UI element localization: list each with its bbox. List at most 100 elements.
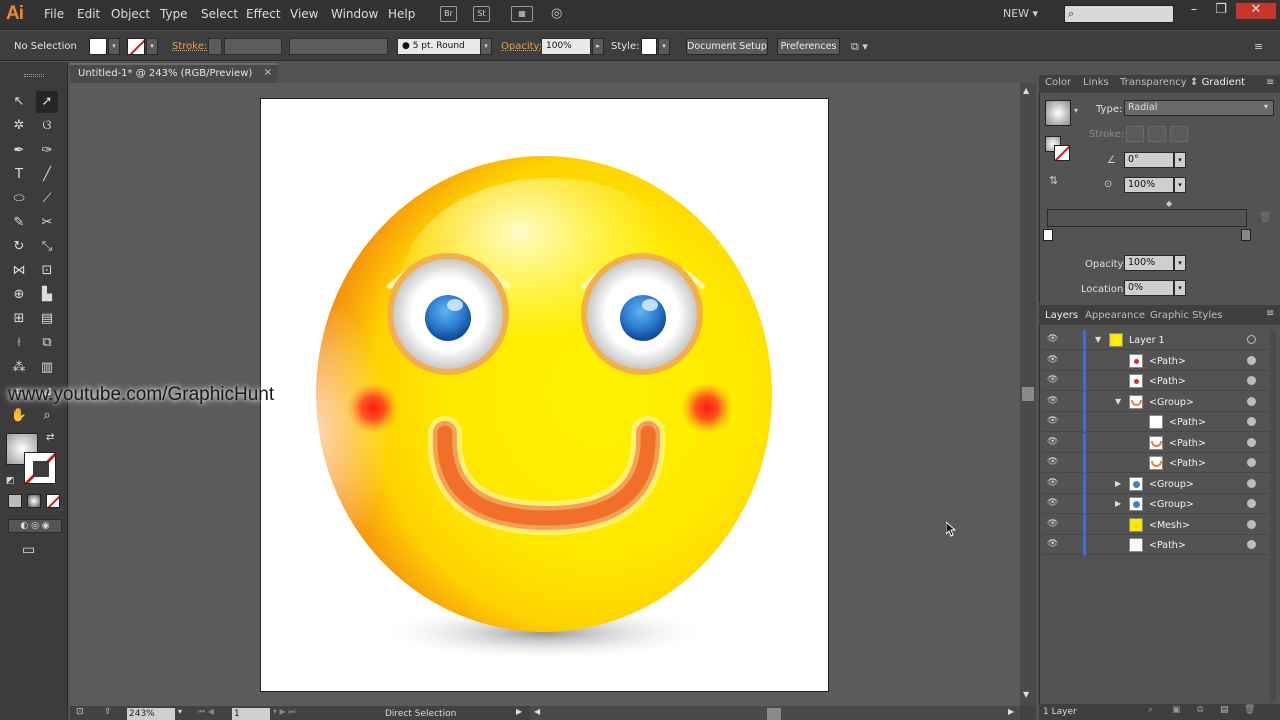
opacity-label[interactable]: Opacity: (501, 41, 542, 52)
sublayer-row[interactable]: 👁 ▼ <Group> (1041, 391, 1274, 412)
angle-dropdown[interactable]: ▾ (1174, 152, 1186, 168)
target-circle-icon[interactable] (1247, 376, 1256, 385)
menu-select[interactable]: Select (201, 7, 238, 21)
zoom-field[interactable]: 243% (127, 708, 175, 720)
layer-name[interactable]: <Group> (1149, 397, 1194, 408)
brush-dropdown[interactable]: ▾ (480, 38, 492, 55)
visibility-eye-icon[interactable]: 👁 (1047, 437, 1059, 447)
layer-name[interactable]: <Group> (1149, 499, 1194, 510)
default-colors-icon[interactable]: ◩ (6, 476, 15, 486)
target-circle-icon[interactable] (1247, 540, 1256, 549)
layer-name[interactable]: <Path> (1149, 376, 1186, 387)
stroke-swatch[interactable] (127, 38, 145, 55)
aspect-ratio-dropdown[interactable]: ▾ (1174, 177, 1186, 193)
midpoint-diamond-icon[interactable]: ◆ (1166, 199, 1172, 208)
status-menu-icon[interactable]: ▶ (516, 707, 522, 716)
gradient-tool-icon[interactable]: ▤ (36, 308, 58, 330)
reverse-gradient-icon[interactable]: ⇅ (1049, 174, 1058, 187)
lasso-tool-icon[interactable]: ଓ (36, 115, 58, 137)
menu-view[interactable]: View (290, 7, 318, 21)
angle-field[interactable]: 0° (1124, 152, 1174, 168)
swap-fill-stroke-icon[interactable]: ⇄ (46, 432, 54, 443)
graphic-style-swatch[interactable] (641, 38, 657, 55)
layer-name[interactable]: <Group> (1149, 479, 1194, 490)
layer-name[interactable]: <Mesh> (1149, 520, 1190, 531)
menu-help[interactable]: Help (388, 7, 415, 21)
canvas-h-scroll-thumb[interactable] (767, 708, 781, 720)
symbol-sprayer-tool-icon[interactable]: ⁂ (8, 357, 30, 379)
expand-arrow-icon[interactable]: ▶ (1115, 479, 1121, 488)
type-tool-icon[interactable]: T (8, 164, 30, 186)
hand-tool-icon[interactable]: ✋ (8, 405, 30, 427)
selection-tool-icon[interactable]: ↖ (8, 91, 30, 113)
target-circle-icon[interactable] (1247, 335, 1256, 344)
close-tab-icon[interactable]: × (264, 67, 272, 78)
zoom-dropdown-icon[interactable]: ▾ (178, 707, 182, 716)
locate-object-icon[interactable]: ⌕ (1148, 705, 1153, 715)
arrange-documents-icon[interactable]: ▦ (511, 6, 533, 22)
menu-edit[interactable]: Edit (77, 7, 100, 21)
target-circle-icon[interactable] (1247, 499, 1256, 508)
sublayer-row[interactable]: 👁 <Path> (1041, 412, 1274, 432)
sublayer-row[interactable]: 👁 ▶ <Group> (1041, 494, 1274, 514)
gradient-type-select[interactable]: Radial (1124, 100, 1274, 116)
stock-icon[interactable]: St (473, 6, 490, 22)
none-mode-icon[interactable] (46, 494, 60, 508)
scroll-right-icon[interactable]: ▶ (1008, 707, 1014, 716)
target-circle-icon[interactable] (1247, 355, 1256, 365)
canvas-scroll-thumb[interactable] (1022, 387, 1034, 401)
layer-name[interactable]: <Path> (1169, 417, 1206, 428)
target-circle-icon[interactable] (1247, 478, 1256, 488)
arrange-icon[interactable]: ⧉ ▾ (851, 40, 868, 54)
line-tool-icon[interactable]: ╱ (36, 164, 58, 186)
restore-button[interactable]: ❐ (1208, 3, 1234, 19)
visibility-eye-icon[interactable]: 👁 (1047, 334, 1059, 344)
right-pupil[interactable] (620, 295, 666, 341)
stroke-weight-stepper[interactable] (208, 38, 222, 55)
eyedropper-tool-icon[interactable]: ⟊ (8, 332, 30, 354)
pen-tool-icon[interactable]: ✒ (8, 140, 30, 162)
gradient-preset-dropdown-icon[interactable]: ▾ (1074, 106, 1078, 115)
visibility-eye-icon[interactable]: 👁 (1047, 416, 1059, 426)
variable-width-profile[interactable] (289, 38, 388, 55)
visibility-eye-icon[interactable]: 👁 (1047, 519, 1059, 529)
visibility-eye-icon[interactable]: 👁 (1047, 457, 1059, 467)
tab-appearance[interactable]: Appearance (1085, 310, 1145, 321)
gradient-type-dropdown-icon[interactable]: ▾ (1264, 102, 1268, 111)
gradient-stroke-icon[interactable] (1054, 145, 1070, 161)
magic-wand-tool-icon[interactable]: ✲ (8, 115, 30, 137)
visibility-eye-icon[interactable]: 👁 (1047, 498, 1059, 508)
scroll-left-icon[interactable]: ◀ (534, 707, 540, 716)
shape-builder-tool-icon[interactable]: ⊕ (8, 284, 30, 306)
target-circle-icon[interactable] (1247, 417, 1256, 426)
target-circle-icon[interactable] (1247, 519, 1256, 529)
stroke-along-icon[interactable] (1148, 126, 1166, 142)
perspective-grid-tool-icon[interactable]: ▙ (36, 284, 58, 306)
search-input[interactable]: ⌕ (1064, 5, 1174, 23)
target-circle-icon[interactable] (1247, 458, 1256, 467)
visibility-eye-icon[interactable]: 👁 (1047, 375, 1059, 385)
mesh-tool-icon[interactable]: ⊞ (8, 308, 30, 330)
brush-definition[interactable]: ● 5 pt. Round (397, 38, 481, 55)
fill-dropdown[interactable]: ▾ (108, 38, 120, 55)
sublayer-row[interactable]: 👁 <Path> (1041, 453, 1274, 473)
draw-mode-icon[interactable]: ◐ ◎ ◉ (8, 519, 62, 533)
target-circle-icon[interactable] (1247, 437, 1256, 447)
scissors-tool-icon[interactable]: ✂ (36, 212, 58, 234)
ellipse-tool-icon[interactable]: ⬭ (8, 188, 30, 210)
layer-name[interactable]: <Path> (1169, 458, 1206, 469)
sublayer-row[interactable]: 👁 ▶ <Group> (1041, 473, 1274, 494)
left-pupil[interactable] (425, 295, 471, 341)
expand-arrow-icon[interactable]: ▼ (1095, 335, 1101, 344)
tab-links[interactable]: Links (1083, 77, 1109, 88)
document-tab[interactable]: Untitled-1* @ 243% (RGB/Preview) × (70, 63, 278, 83)
gpu-performance-icon[interactable]: ◎ (551, 6, 562, 21)
stroke-within-icon[interactable] (1126, 126, 1144, 142)
expand-arrow-icon[interactable]: ▶ (1115, 499, 1121, 508)
preferences-button[interactable]: Preferences (777, 38, 840, 55)
sublayer-row[interactable]: 👁 <Path> (1041, 371, 1274, 391)
gradient-panel-menu-icon[interactable]: ≡ (1266, 77, 1274, 88)
delete-stop-icon[interactable]: 🗑 (1259, 212, 1272, 223)
tab-layers[interactable]: Layers (1045, 310, 1078, 321)
stop-opacity-field[interactable]: 100% (1124, 255, 1174, 271)
